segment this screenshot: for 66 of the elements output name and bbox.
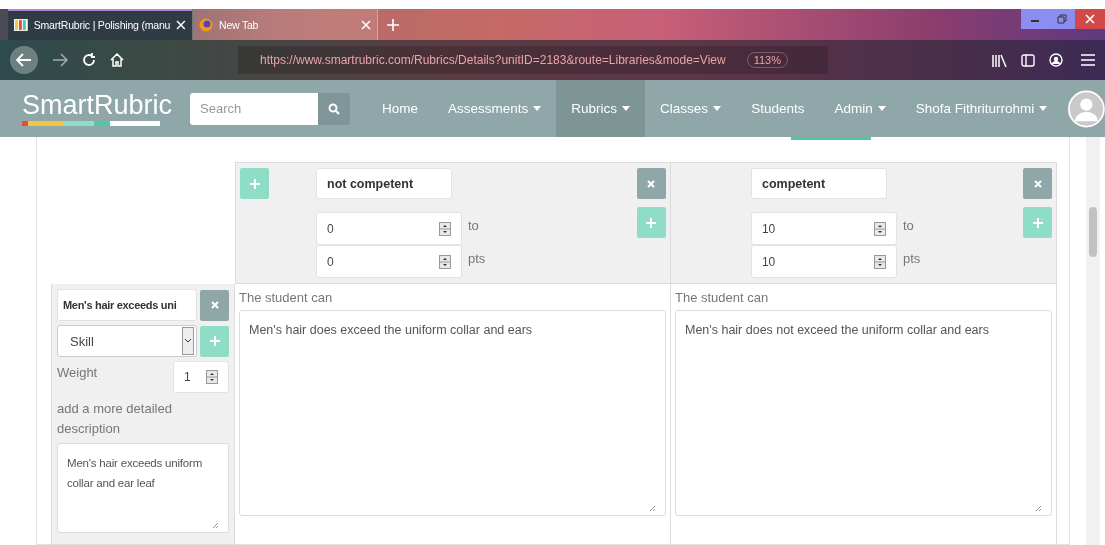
browser-tab[interactable]: New Tab (193, 9, 378, 40)
tab-title: New Tab (219, 18, 260, 31)
scrollbar[interactable] (1086, 137, 1100, 545)
number-field[interactable]: 0 (316, 212, 462, 245)
reload-icon[interactable] (82, 53, 96, 67)
restore-button[interactable] (1048, 9, 1075, 29)
plus-icon (249, 178, 260, 189)
description-field[interactable]: Men's hair exceeds uniform collar and ear leaf (57, 443, 229, 533)
number-field[interactable]: 1 (173, 361, 229, 393)
descriptor-field[interactable]: Men's hair does exceed the uniform collar and ears (239, 310, 666, 516)
plus-icon (209, 336, 220, 346)
spinner-icon[interactable] (439, 254, 451, 269)
descriptor-prefix: The student can (675, 290, 770, 305)
spinner-icon[interactable] (873, 221, 886, 236)
points-label: pts (902, 251, 921, 266)
restore-icon (1056, 14, 1067, 24)
search-field[interactable]: Search (190, 92, 319, 125)
account-icon[interactable] (1049, 53, 1063, 67)
back-button[interactable] (10, 46, 38, 74)
descriptor-prefix: The student can (239, 290, 334, 305)
delete-button[interactable] (636, 168, 666, 199)
bar-chart-icon (14, 17, 28, 32)
number-field[interactable]: 10 (750, 245, 897, 278)
resize-grip-icon (1035, 505, 1042, 512)
resize-grip-icon (649, 505, 656, 512)
sidebar-icon[interactable] (1021, 53, 1035, 67)
forward-arrow-icon[interactable] (52, 53, 68, 67)
browser-tab[interactable]: SmartRubric | Polishing (manu (8, 9, 193, 40)
close-icon (1033, 179, 1042, 188)
points-label: pts (468, 251, 486, 266)
descriptor-field[interactable]: Men's hair does not exceed the uniform collar and ears (675, 310, 1052, 516)
spinner-icon[interactable] (873, 254, 886, 269)
close-icon (647, 179, 656, 188)
delete-button[interactable] (200, 289, 229, 321)
close-button[interactable] (1075, 9, 1105, 29)
home-icon[interactable] (110, 53, 124, 67)
plus-icon (646, 217, 657, 228)
address-bar[interactable]: https://www.smartrubric.com/Rubrics/Details?unitID=2183&route=Libraries&mode=View 113% (238, 46, 828, 74)
number-field[interactable]: 0 (316, 245, 462, 278)
url-text: https://www.smartrubric.com/Rubrics/Details?unitID=2183&route=Libraries&mode=View (260, 53, 726, 67)
number-field[interactable]: 10 (750, 212, 897, 245)
menu-icon[interactable] (1081, 54, 1095, 66)
search-button[interactable] (318, 92, 351, 125)
close-icon (210, 301, 219, 309)
tab-title: SmartRubric | Polishing (manu (33, 18, 171, 31)
weight-label: Weight (57, 364, 98, 380)
level-name-field[interactable]: competent (750, 168, 887, 199)
back-arrow-icon (16, 53, 32, 67)
description-label: add a more detailed description (57, 400, 173, 438)
browser-logo-icon (199, 17, 213, 32)
level-name-field[interactable]: not competent (316, 168, 452, 199)
plus-icon (386, 17, 400, 32)
range-label: to (902, 218, 914, 233)
range-label: to (468, 218, 479, 233)
search-icon (328, 102, 341, 115)
close-icon[interactable] (176, 19, 186, 30)
spinner-icon[interactable] (439, 221, 451, 236)
resize-grip-icon (212, 522, 219, 529)
type-dropdown[interactable]: Skill (57, 325, 197, 357)
delete-button[interactable] (1023, 168, 1052, 199)
minimize-button[interactable] (1021, 9, 1048, 29)
spinner-icon[interactable] (206, 370, 218, 384)
plus-icon (1032, 217, 1043, 228)
criterion-title-field[interactable]: Men's hair exceeds uni (57, 289, 197, 321)
library-icon[interactable] (992, 53, 1007, 67)
close-icon (1085, 14, 1095, 24)
